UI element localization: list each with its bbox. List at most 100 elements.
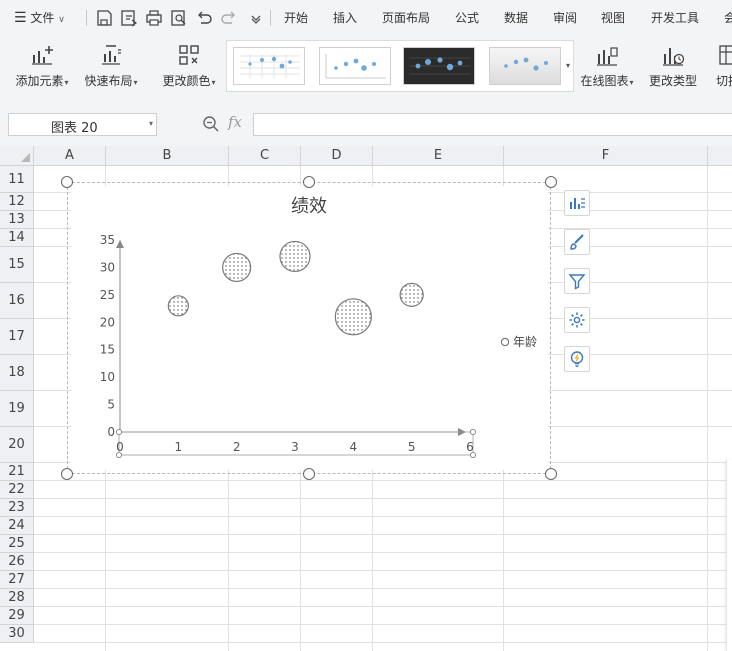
column-header-c[interactable]: C: [229, 146, 301, 166]
file-menu[interactable]: ☰ 文件 ∨: [14, 0, 65, 36]
resize-handle-top-right[interactable]: [545, 176, 557, 188]
tab-review[interactable]: 审阅: [553, 0, 577, 36]
side-panel-edge[interactable]: [726, 460, 732, 651]
row-header-18[interactable]: 18: [0, 355, 34, 391]
filter-icon: [568, 274, 586, 290]
column-header-d[interactable]: D: [301, 146, 373, 166]
add-element-icon: [29, 42, 55, 68]
quick-layout-icon: [98, 42, 124, 68]
sheet-row[interactable]: [34, 517, 732, 535]
column-header-a[interactable]: A: [34, 146, 106, 166]
row-header-17[interactable]: 17: [0, 319, 34, 355]
row-header-20[interactable]: 20: [0, 427, 34, 463]
chart-area[interactable]: [71, 186, 548, 470]
save-icon[interactable]: [95, 9, 113, 27]
row-header-11[interactable]: 11: [0, 166, 34, 193]
ribbon: 添加元素▾ 快速布局▾ 更改颜色▾ ▾ 在线图表▾ 更改类型 切: [0, 36, 732, 100]
caret-down-icon: ▾: [629, 78, 634, 87]
column-header-b[interactable]: B: [106, 146, 229, 166]
menu-bar: ☰ 文件 ∨ 开始 插入 页面布局 公式 数据 审阅 视图 开发工具 会: [0, 0, 732, 36]
chart-style-gallery: ▾: [226, 40, 574, 92]
name-box[interactable]: 图表 20 ▾: [8, 113, 157, 136]
chart-style-4[interactable]: [489, 47, 561, 85]
sheet-row[interactable]: [34, 607, 732, 625]
online-chart-button[interactable]: 在线图表▾: [578, 40, 636, 94]
gallery-expand-icon[interactable]: ▾: [563, 61, 573, 70]
resize-handle-top[interactable]: [303, 176, 315, 188]
row-header-27[interactable]: 27: [0, 571, 34, 589]
resize-handle-bottom-right[interactable]: [545, 468, 557, 480]
tab-data[interactable]: 数据: [504, 0, 528, 36]
change-type-button[interactable]: 更改类型: [645, 40, 701, 94]
quick-layout-button[interactable]: 快速布局▾: [80, 40, 142, 94]
sheet-row[interactable]: [34, 571, 732, 589]
chart-idea-button[interactable]: [564, 346, 590, 372]
column-header-g[interactable]: [708, 146, 732, 166]
row-header-21[interactable]: 21: [0, 463, 34, 481]
row-header-22[interactable]: 22: [0, 481, 34, 499]
tab-developer[interactable]: 开发工具: [651, 0, 699, 36]
caret-down-icon[interactable]: ▾: [149, 119, 153, 128]
tab-member[interactable]: 会: [724, 0, 732, 36]
row-header-13[interactable]: 13: [0, 211, 34, 229]
chart-elements-button[interactable]: [564, 190, 590, 216]
switch-row-col-button[interactable]: 切换: [712, 40, 732, 94]
sheet-row[interactable]: [34, 589, 732, 607]
chart-style-2[interactable]: [319, 47, 391, 85]
undo-icon[interactable]: [195, 9, 213, 27]
tab-insert[interactable]: 插入: [333, 0, 357, 36]
sheet-row[interactable]: [34, 553, 732, 571]
change-color-button[interactable]: 更改颜色▾: [158, 40, 220, 94]
sheet-row[interactable]: [34, 499, 732, 517]
row-header-24[interactable]: 24: [0, 517, 34, 535]
change-color-icon: [176, 42, 202, 68]
change-type-label: 更改类型: [648, 74, 697, 88]
caret-down-icon: ▾: [133, 78, 138, 87]
column-header-f[interactable]: F: [504, 146, 708, 166]
row-header-30[interactable]: 30: [0, 625, 34, 643]
print-preview-icon[interactable]: [170, 9, 188, 27]
chart-filter-button[interactable]: [564, 268, 590, 294]
quick-access-more-icon[interactable]: [247, 9, 265, 27]
lightbulb-icon: [570, 351, 584, 367]
fx-icon[interactable]: fx: [228, 113, 242, 131]
switch-label: 切换: [716, 74, 732, 88]
formula-input[interactable]: [253, 113, 732, 136]
row-header-25[interactable]: 25: [0, 535, 34, 553]
row-header-28[interactable]: 28: [0, 589, 34, 607]
resize-handle-top-left[interactable]: [61, 176, 73, 188]
tab-page-layout[interactable]: 页面布局: [382, 0, 430, 36]
tab-formulas[interactable]: 公式: [455, 0, 479, 36]
row-header-15[interactable]: 15: [0, 247, 34, 283]
resize-handle-bottom-left[interactable]: [61, 468, 73, 480]
export-pdf-icon[interactable]: [120, 9, 138, 27]
spreadsheet-app: ☰ 文件 ∨ 开始 插入 页面布局 公式 数据 审阅 视图 开发工具 会 添加元…: [0, 0, 732, 651]
sheet-row[interactable]: [34, 625, 732, 643]
chart-settings-button[interactable]: [564, 307, 590, 333]
row-header-23[interactable]: 23: [0, 499, 34, 517]
select-all-corner[interactable]: [0, 146, 34, 166]
row-header-19[interactable]: 19: [0, 391, 34, 427]
add-element-button[interactable]: 添加元素▾: [10, 40, 74, 94]
row-header-29[interactable]: 29: [0, 607, 34, 625]
redo-icon[interactable]: [220, 9, 238, 27]
row-header-12[interactable]: 12: [0, 193, 34, 211]
row-header-16[interactable]: 16: [0, 283, 34, 319]
hamburger-icon: ☰: [14, 10, 27, 26]
column-header-e[interactable]: E: [373, 146, 504, 166]
chart-style-3[interactable]: [403, 47, 475, 85]
add-element-label: 添加元素: [15, 74, 64, 88]
chart-style-1[interactable]: [233, 47, 305, 85]
file-menu-label: 文件: [30, 11, 55, 25]
sheet-row[interactable]: [34, 481, 732, 499]
row-header-14[interactable]: 14: [0, 229, 34, 247]
tab-view[interactable]: 视图: [601, 0, 625, 36]
resize-handle-bottom[interactable]: [303, 468, 315, 480]
print-icon[interactable]: [145, 9, 163, 27]
zoom-icon[interactable]: [202, 115, 220, 133]
row-header-26[interactable]: 26: [0, 553, 34, 571]
sheet-row[interactable]: [34, 535, 732, 553]
tab-home[interactable]: 开始: [284, 0, 308, 36]
chart-style-button[interactable]: [564, 229, 590, 255]
change-color-label: 更改颜色: [162, 74, 211, 88]
